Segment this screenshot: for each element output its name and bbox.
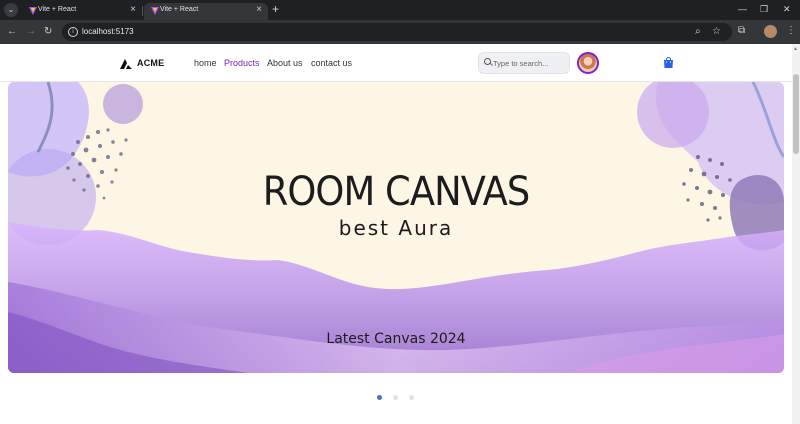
- carousel-dot-3[interactable]: [409, 395, 414, 400]
- vite-favicon-icon: [151, 7, 159, 15]
- browser-tab-1[interactable]: Vite + React ×: [22, 3, 142, 20]
- tab-search-menu-button[interactable]: ⌄: [4, 3, 18, 17]
- chrome-profile-avatar[interactable]: [764, 25, 777, 38]
- search-icon: [484, 58, 491, 65]
- bookmark-star-icon[interactable]: ☆: [712, 25, 721, 39]
- nav-link-about-us[interactable]: About us: [267, 58, 303, 68]
- carousel-dot-2[interactable]: [393, 395, 398, 400]
- search-input[interactable]: [493, 56, 567, 70]
- new-tab-button[interactable]: +: [272, 2, 279, 16]
- vite-favicon-icon: [29, 7, 37, 15]
- user-avatar[interactable]: [577, 52, 599, 74]
- site-info-icon[interactable]: i: [68, 27, 78, 37]
- carousel-indicators: [374, 394, 418, 402]
- acme-logo-icon: [120, 58, 132, 69]
- scroll-up-arrow-icon[interactable]: ▲: [793, 46, 798, 52]
- page-viewport: ACME home Products About us contact us T…: [0, 44, 792, 424]
- brand-logo[interactable]: ACME: [120, 56, 164, 70]
- scrollbar-thumb[interactable]: [793, 74, 799, 154]
- minimize-button[interactable]: —: [738, 2, 747, 16]
- brand-name: ACME: [137, 58, 165, 68]
- zoom-icon[interactable]: ⌕: [695, 25, 701, 39]
- browser-tab-2[interactable]: Vite + React ×: [144, 3, 268, 20]
- restore-button[interactable]: ❐: [760, 2, 768, 16]
- nav-link-home[interactable]: home: [194, 58, 217, 68]
- forward-arrow-icon[interactable]: →: [26, 25, 36, 39]
- tab-separator: [142, 6, 143, 16]
- tab-title: Vite + React: [38, 6, 77, 13]
- reload-icon[interactable]: ↻: [44, 25, 52, 39]
- nav-link-products[interactable]: Products: [224, 58, 260, 68]
- browser-tab-strip: ⌄ Vite + React × Vite + React × + — ❐ ✕: [0, 0, 800, 20]
- close-window-button[interactable]: ✕: [783, 2, 791, 16]
- search-box[interactable]: [478, 52, 570, 74]
- shopping-bag-icon[interactable]: [663, 57, 674, 68]
- url-text[interactable]: localhost:5173: [82, 27, 134, 36]
- tab-close-icon[interactable]: ×: [130, 4, 136, 16]
- extensions-puzzle-icon[interactable]: ⧉: [738, 24, 745, 38]
- address-bar[interactable]: i localhost:5173 ⌕ ☆: [62, 23, 732, 41]
- tab-title: Vite + React: [160, 6, 199, 13]
- back-arrow-icon[interactable]: ←: [7, 25, 17, 39]
- browser-toolbar: ← → ↻ i localhost:5173 ⌕ ☆ ⧉ ⋮: [0, 20, 800, 44]
- hero-carousel[interactable]: ROOM CANVAS best Aura Latest Canvas 2024: [8, 82, 784, 373]
- carousel-dot-1[interactable]: [377, 395, 382, 400]
- hero-caption: Latest Canvas 2024: [326, 331, 466, 347]
- tab-close-icon[interactable]: ×: [256, 4, 262, 16]
- hero-title: ROOM CANVAS: [262, 169, 531, 215]
- site-navbar: ACME home Products About us contact us: [0, 44, 792, 82]
- nav-link-contact-us[interactable]: contact us: [311, 58, 352, 68]
- chrome-menu-icon[interactable]: ⋮: [786, 24, 796, 38]
- hero-subtitle: best Aura: [338, 216, 454, 240]
- page-scrollbar[interactable]: ▲: [792, 44, 800, 424]
